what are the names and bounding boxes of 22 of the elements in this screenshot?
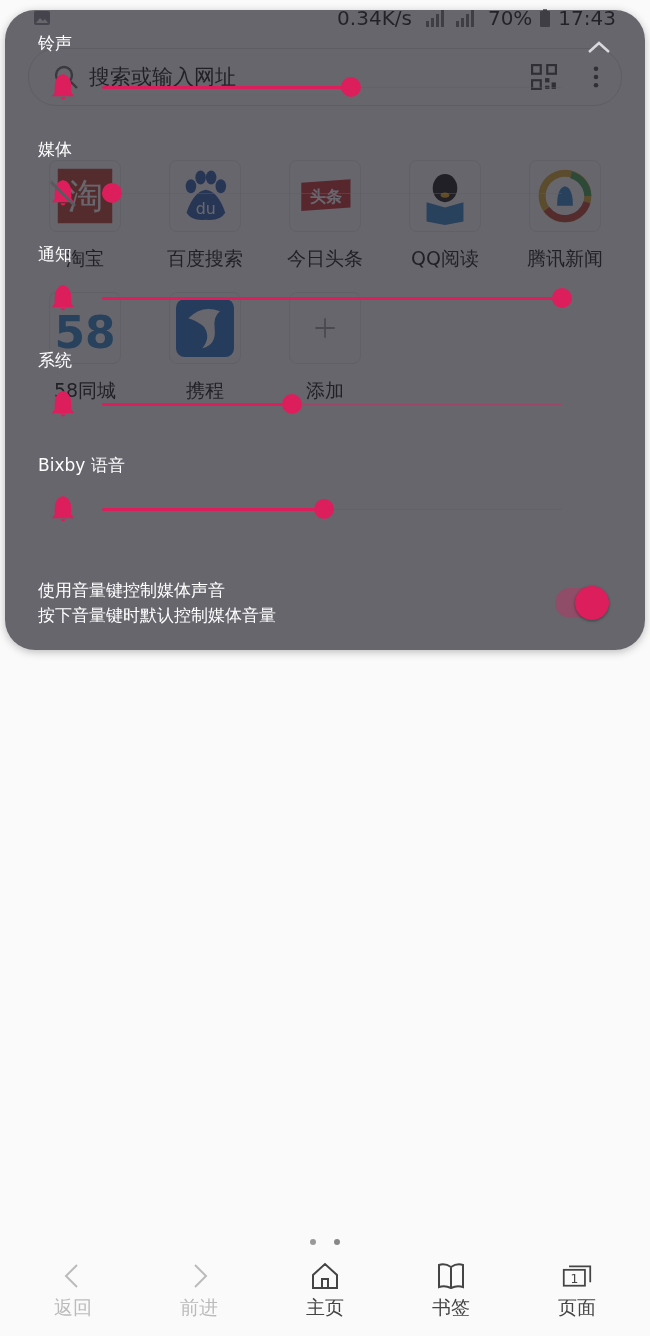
- setting-title: 使用音量键控制媒体声音: [38, 578, 225, 602]
- nav-button[interactable]: 书签: [401, 1260, 501, 1322]
- slider-thumb[interactable]: [282, 393, 302, 414]
- nav-button[interactable]: 1 页面: [527, 1260, 627, 1322]
- collapse-icon[interactable]: [587, 40, 611, 54]
- slider-thumb[interactable]: [102, 182, 122, 203]
- home-icon: [310, 1261, 340, 1291]
- slider-thumb[interactable]: [552, 288, 572, 308]
- setting-description: 按下音量键时默认控制媒体音量: [38, 603, 276, 627]
- clock: 17:43: [558, 6, 616, 30]
- network-speed: 0.34K/s: [337, 6, 412, 30]
- page-dots-icon: [309, 1238, 341, 1246]
- toggle-switch[interactable]: [555, 587, 607, 618]
- volume-label: 媒体: [38, 137, 72, 161]
- volume-slider[interactable]: [102, 288, 572, 308]
- slider-thumb[interactable]: [340, 77, 361, 97]
- nav-button[interactable]: 主页: [275, 1260, 375, 1322]
- bell-icon[interactable]: [50, 72, 76, 102]
- volume-label: Bixby 语音: [38, 454, 125, 477]
- book-icon: [436, 1261, 466, 1291]
- battery-percent: 70%: [487, 6, 533, 30]
- slider-thumb[interactable]: [313, 499, 334, 519]
